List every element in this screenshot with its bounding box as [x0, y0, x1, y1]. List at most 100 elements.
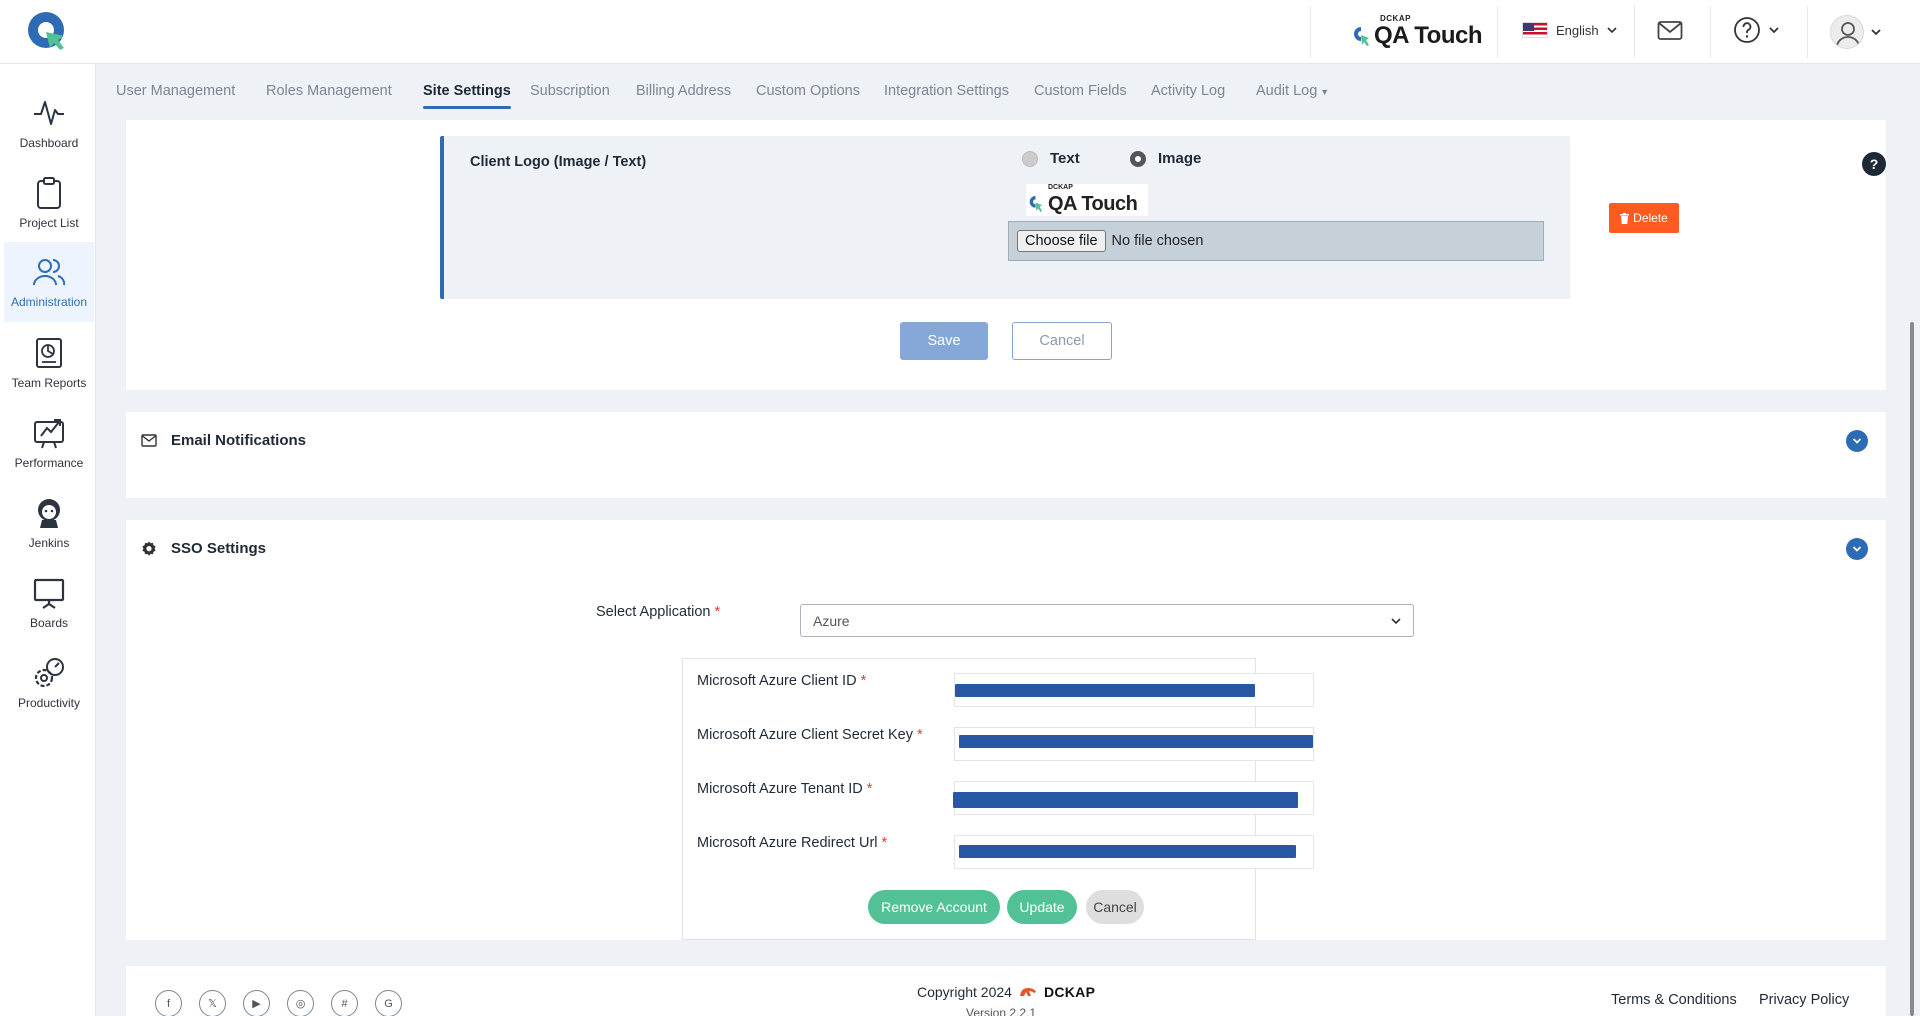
- report-icon: [36, 338, 62, 368]
- azure-client-secret-label: Microsoft Azure Client Secret Key *: [697, 727, 923, 743]
- tab-custom-fields[interactable]: Custom Fields: [1034, 83, 1127, 99]
- azure-tenant-id-input[interactable]: [953, 781, 1314, 815]
- application-select[interactable]: Azure: [800, 604, 1414, 637]
- field-label-text: Microsoft Azure Client Secret Key: [697, 727, 913, 743]
- help-menu[interactable]: [1733, 16, 1779, 44]
- copyright-notice: Copyright 2024 DCKAP: [917, 984, 1095, 1000]
- chevron-down-icon: [1607, 27, 1617, 34]
- cancel-button[interactable]: Cancel: [1012, 322, 1112, 360]
- tab-audit-log-label: Audit Log: [1256, 83, 1318, 99]
- slack-icon[interactable]: #: [331, 990, 358, 1016]
- brand-logo: DCKAP QA Touch: [1352, 14, 1482, 50]
- email-notifications-title: Email Notifications: [171, 432, 307, 449]
- azure-client-secret-input[interactable]: [954, 727, 1314, 761]
- facebook-icon[interactable]: f: [155, 990, 182, 1016]
- terms-link[interactable]: Terms & Conditions: [1611, 992, 1737, 1008]
- file-status: No file chosen: [1111, 233, 1204, 249]
- chevron-down-icon[interactable]: [1871, 28, 1881, 36]
- tab-billing-address[interactable]: Billing Address: [636, 83, 731, 99]
- header-divider: [1710, 6, 1711, 58]
- sidebar-item-boards[interactable]: Boards: [4, 564, 94, 642]
- brand-small-text: DCKAP: [1380, 14, 1411, 23]
- version-text: Version 2.2.1: [966, 1006, 1037, 1016]
- sso-settings-header[interactable]: SSO Settings: [141, 540, 266, 557]
- select-application-text: Select Application: [596, 604, 711, 620]
- app-store-icon[interactable]: ◎: [287, 990, 314, 1016]
- site-settings-card: Client Logo (Image / Text) Text Image ? …: [126, 120, 1886, 390]
- sidebar-item-team-reports[interactable]: Team Reports: [4, 324, 94, 402]
- sidebar-item-label: Boards: [29, 616, 69, 630]
- youtube-icon[interactable]: ▶: [243, 990, 270, 1016]
- update-button[interactable]: Update: [1007, 890, 1077, 924]
- expand-chevron-icon[interactable]: [1846, 430, 1868, 452]
- sidebar-item-label: Team Reports: [11, 376, 87, 390]
- mail-icon[interactable]: [1657, 20, 1683, 42]
- header-divider: [1310, 6, 1311, 58]
- logo-preview-small-text: DCKAP: [1048, 184, 1073, 191]
- email-notifications-card[interactable]: Email Notifications: [126, 412, 1886, 498]
- save-button[interactable]: Save: [900, 322, 988, 360]
- google-icon[interactable]: G: [375, 990, 402, 1016]
- selected-application: Azure: [813, 612, 850, 629]
- user-icon: [1836, 22, 1860, 48]
- radio-button[interactable]: [1130, 150, 1146, 167]
- header-divider: [1634, 6, 1635, 58]
- company-name: DCKAP: [1043, 984, 1096, 1000]
- sidebar-item-label: Dashboard: [19, 136, 79, 150]
- radio-image-label: Image: [1158, 150, 1202, 167]
- tab-audit-log[interactable]: Audit Log ▼: [1256, 83, 1329, 99]
- language-selector[interactable]: English: [1522, 22, 1617, 38]
- copyright-text: Copyright 2024: [917, 984, 1012, 1000]
- azure-tenant-id-label: Microsoft Azure Tenant ID *: [697, 781, 872, 797]
- client-logo-title: Client Logo (Image / Text): [470, 154, 647, 170]
- sidebar-item-label: Productivity: [17, 696, 81, 710]
- productivity-icon: [34, 658, 64, 688]
- x-twitter-icon[interactable]: 𝕏: [199, 990, 226, 1016]
- tab-integration-settings[interactable]: Integration Settings: [884, 83, 1009, 99]
- azure-client-id-input[interactable]: [954, 673, 1314, 707]
- tab-subscription[interactable]: Subscription: [530, 83, 610, 99]
- privacy-link[interactable]: Privacy Policy: [1759, 992, 1849, 1008]
- sidebar-item-administration[interactable]: Administration: [4, 242, 94, 322]
- gear-icon: [142, 541, 156, 556]
- client-logo-section: Client Logo (Image / Text) Text Image ? …: [440, 136, 1886, 299]
- remove-account-button[interactable]: Remove Account: [868, 890, 1000, 924]
- radio-image-option[interactable]: Image: [1130, 150, 1201, 167]
- email-notifications-header[interactable]: Email Notifications: [141, 432, 306, 449]
- tab-site-settings[interactable]: Site Settings: [423, 83, 511, 109]
- azure-redirect-url-input[interactable]: [954, 835, 1314, 869]
- sidebar-item-project-list[interactable]: Project List: [4, 164, 94, 242]
- tab-custom-options[interactable]: Custom Options: [756, 83, 860, 99]
- help-badge[interactable]: ?: [1862, 152, 1886, 176]
- sidebar-item-dashboard[interactable]: Dashboard: [4, 84, 94, 162]
- select-application-label: Select Application *: [596, 604, 720, 620]
- sidebar-item-productivity[interactable]: Productivity: [4, 644, 94, 722]
- help-circle-icon: [1734, 17, 1760, 43]
- field-label-text: Microsoft Azure Tenant ID: [697, 781, 863, 797]
- delete-logo-button[interactable]: Delete: [1609, 203, 1679, 233]
- logo-file-input[interactable]: Choose file No file chosen: [1008, 221, 1544, 261]
- top-header: DCKAP QA Touch English: [0, 0, 1920, 64]
- dckap-logo-icon: [1019, 988, 1036, 996]
- sidebar-item-jenkins[interactable]: Jenkins: [4, 484, 94, 562]
- tab-activity-log[interactable]: Activity Log: [1151, 83, 1225, 99]
- sso-cancel-button[interactable]: Cancel: [1086, 890, 1144, 924]
- app-logo-icon[interactable]: [26, 10, 70, 54]
- chevron-down-icon: [1769, 27, 1779, 34]
- field-label-text: Microsoft Azure Client ID: [697, 673, 857, 689]
- user-avatar[interactable]: [1830, 15, 1864, 49]
- performance-icon: [34, 419, 64, 449]
- tab-roles-management[interactable]: Roles Management: [266, 83, 392, 99]
- radio-button[interactable]: [1022, 150, 1038, 167]
- page-scrollbar[interactable]: [1910, 322, 1914, 1016]
- us-flag-icon: [1522, 22, 1548, 38]
- logo-preview: DCKAP QA Touch: [1026, 184, 1148, 216]
- field-label-text: Microsoft Azure Redirect Url: [697, 835, 878, 851]
- choose-file-button[interactable]: Choose file: [1017, 230, 1106, 252]
- sso-settings-title: SSO Settings: [171, 540, 267, 557]
- expand-chevron-icon[interactable]: [1846, 538, 1868, 560]
- radio-text-option[interactable]: Text: [1022, 150, 1080, 167]
- sidebar-item-label: Project List: [19, 216, 79, 230]
- tab-user-management[interactable]: User Management: [116, 83, 235, 99]
- sidebar-item-performance[interactable]: Performance: [4, 404, 94, 482]
